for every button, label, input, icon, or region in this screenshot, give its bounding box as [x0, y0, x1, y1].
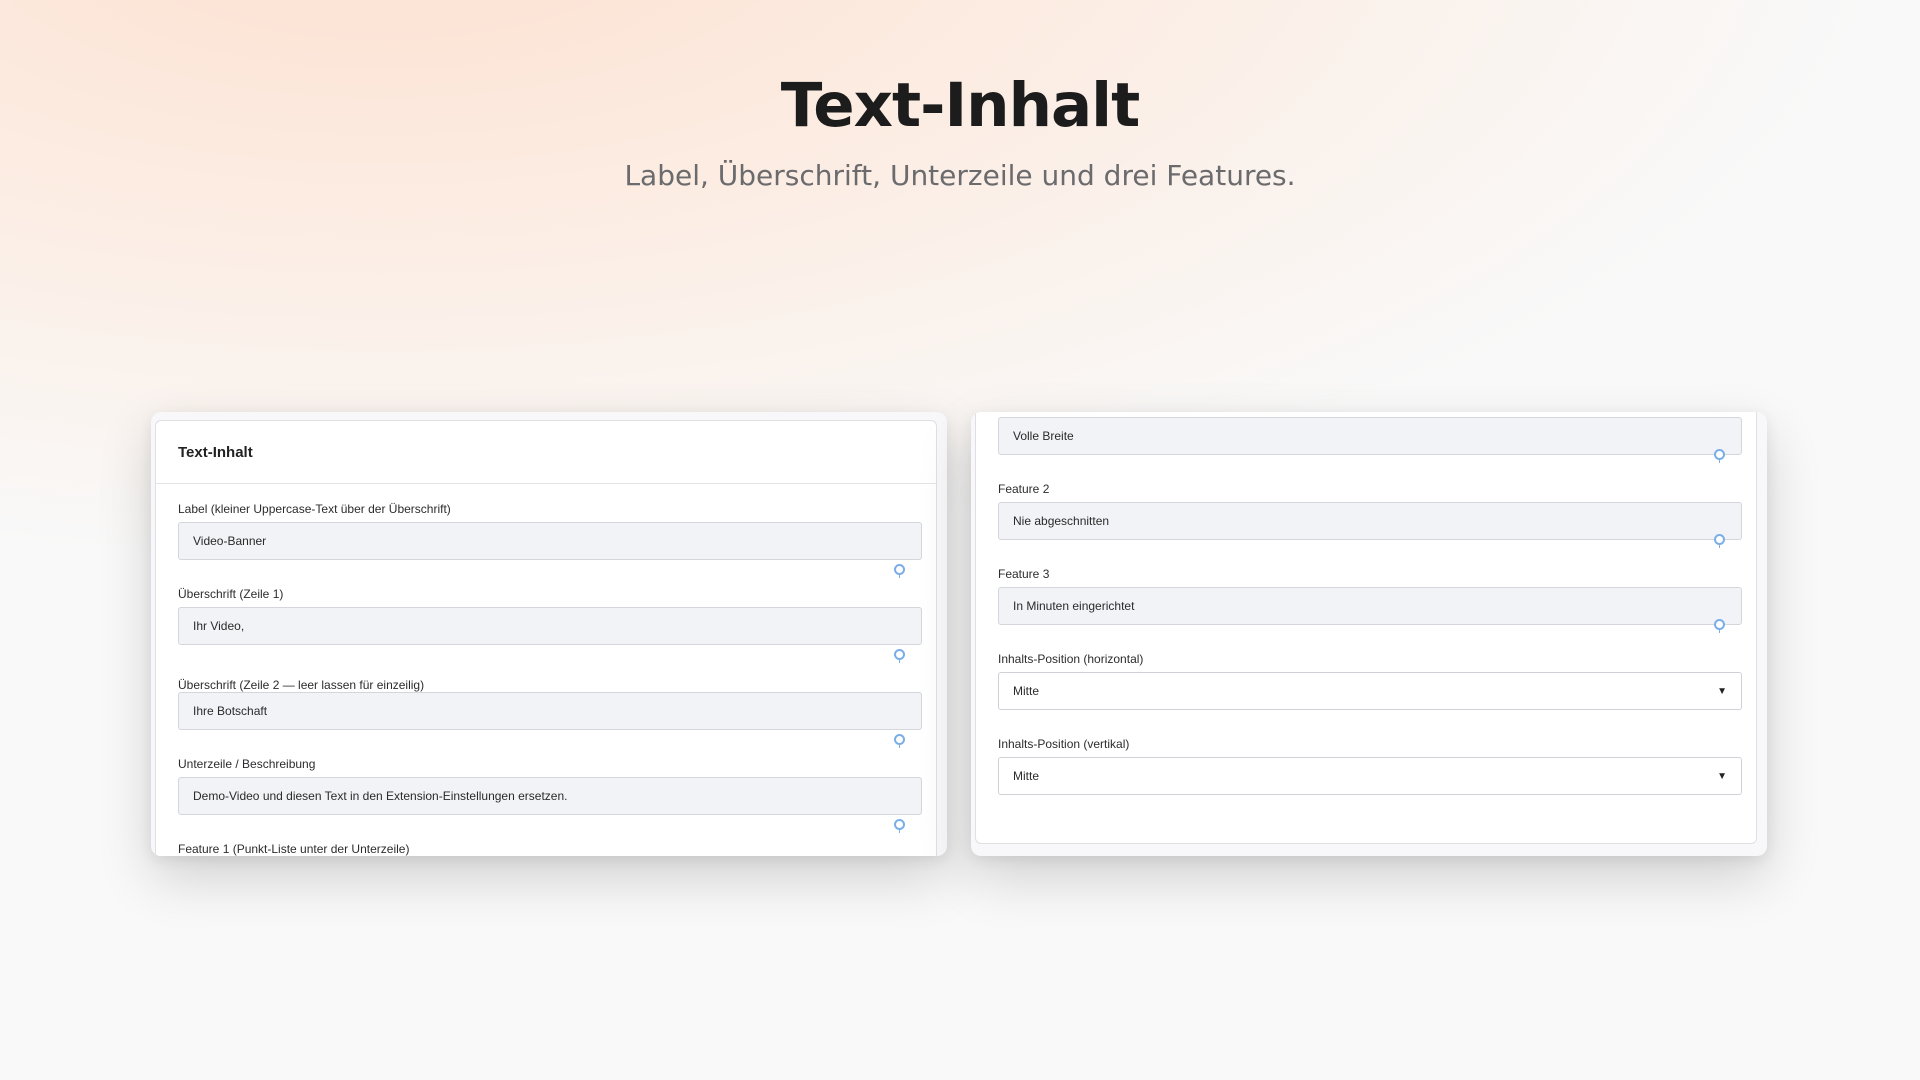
- headline-2-label: Überschrift (Zeile 2 — leer lassen für e…: [178, 678, 425, 692]
- chevron-down-icon: ▼: [1717, 685, 1727, 697]
- headline-1-input[interactable]: Ihr Video,: [178, 607, 922, 645]
- feature-1-label: Feature 1 (Punkt-Liste unter der Unterze…: [178, 842, 410, 856]
- feature-3-input[interactable]: In Minuten eingerichtet: [998, 587, 1742, 625]
- chevron-down-icon: ▼: [1717, 770, 1727, 782]
- page-title: Text-Inhalt: [780, 70, 1141, 141]
- map-pin-icon: [894, 649, 905, 663]
- vertical-position-value: Mitte: [1013, 769, 1040, 783]
- horizontal-position-value: Mitte: [1013, 684, 1040, 698]
- card-title: Text-Inhalt: [156, 421, 936, 484]
- map-pin-icon: [1714, 619, 1725, 633]
- label-field-label: Label (kleiner Uppercase-Text über der Ü…: [178, 502, 451, 516]
- feature-3-label: Feature 3: [998, 567, 1050, 581]
- page-subtitle: Label, Überschrift, Unterzeile und drei …: [624, 159, 1296, 192]
- description-label: Unterzeile / Beschreibung: [178, 757, 316, 771]
- text-content-card-continued: Volle Breite Feature 2 Nie abgeschnitten…: [975, 412, 1757, 844]
- map-pin-icon: [1714, 534, 1725, 548]
- headline-1-label: Überschrift (Zeile 1): [178, 587, 284, 601]
- left-settings-panel: Text-Inhalt Label (kleiner Uppercase-Tex…: [151, 412, 947, 856]
- right-settings-panel: Volle Breite Feature 2 Nie abgeschnitten…: [971, 412, 1767, 856]
- feature-2-label: Feature 2: [998, 482, 1050, 496]
- feature-2-input[interactable]: Nie abgeschnitten: [998, 502, 1742, 540]
- map-pin-icon: [1714, 449, 1725, 463]
- headline-2-input[interactable]: Ihre Botschaft: [178, 692, 922, 730]
- label-input[interactable]: Video-Banner: [178, 522, 922, 560]
- horizontal-position-label: Inhalts-Position (horizontal): [998, 652, 1144, 666]
- map-pin-icon: [894, 564, 905, 578]
- layout-width-input[interactable]: Volle Breite: [998, 417, 1742, 455]
- vertical-position-select[interactable]: Mitte ▼: [998, 757, 1742, 795]
- description-input[interactable]: Demo-Video und diesen Text in den Extens…: [178, 777, 922, 815]
- hero-section: Text-Inhalt Label, Überschrift, Unterzei…: [0, 66, 1920, 196]
- map-pin-icon: [894, 819, 905, 833]
- map-pin-icon: [894, 734, 905, 748]
- vertical-position-label: Inhalts-Position (vertikal): [998, 737, 1130, 751]
- horizontal-position-select[interactable]: Mitte ▼: [998, 672, 1742, 710]
- text-content-card: Text-Inhalt Label (kleiner Uppercase-Tex…: [155, 420, 937, 856]
